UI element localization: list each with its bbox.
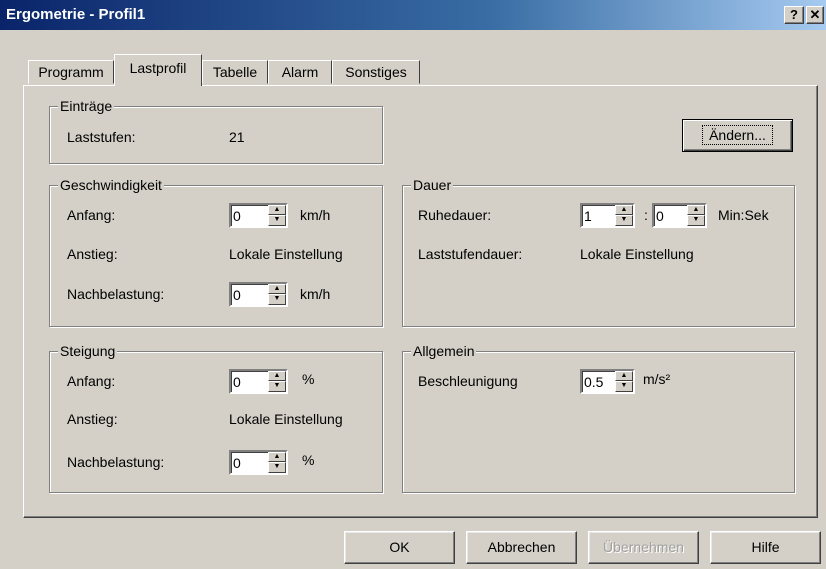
spin-up-icon[interactable]: ▲ xyxy=(268,205,286,215)
close-button[interactable]: ✕ xyxy=(806,6,824,24)
eintraege-group-title: Einträge xyxy=(58,97,115,115)
spin-up-icon[interactable]: ▲ xyxy=(268,284,286,294)
steigung-anstieg-label: Anstieg: xyxy=(67,411,118,427)
title-bar: Ergometrie - Profil1 ? ✕ xyxy=(0,0,826,30)
laststufendauer-label: Laststufendauer: xyxy=(418,246,523,262)
allgemein-group-title: Allgemein xyxy=(411,342,477,360)
geschwindigkeit-anfang-label: Anfang: xyxy=(67,207,116,223)
help-button[interactable]: ? xyxy=(784,6,804,24)
geschwindigkeit-anfang-input[interactable] xyxy=(233,207,263,225)
tab-programm[interactable]: Programm xyxy=(28,60,114,84)
uebernehmen-button[interactable]: Übernehmen xyxy=(588,531,699,564)
spin-down-icon[interactable]: ▼ xyxy=(268,381,286,392)
spin-down-icon[interactable]: ▼ xyxy=(268,462,286,473)
laststufen-label: Laststufen: xyxy=(67,129,136,145)
geschwindigkeit-nachbelastung-input[interactable] xyxy=(233,286,263,304)
geschwindigkeit-anfang-stepper[interactable]: ▲▼ xyxy=(229,203,288,228)
ok-button[interactable]: OK xyxy=(344,531,455,564)
geschwindigkeit-nachbelastung-label: Nachbelastung: xyxy=(67,286,165,302)
steigung-nachbelastung-stepper[interactable]: ▲▼ xyxy=(229,450,288,475)
geschwindigkeit-anfang-unit: km/h xyxy=(300,207,331,223)
beschleunigung-input[interactable] xyxy=(584,373,614,391)
spin-down-icon[interactable]: ▼ xyxy=(268,294,286,305)
spin-down-icon[interactable]: ▼ xyxy=(268,215,286,226)
laststufendauer-value: Lokale Einstellung xyxy=(580,246,694,262)
spin-up-icon[interactable]: ▲ xyxy=(268,371,286,381)
geschwindigkeit-anstieg-label: Anstieg: xyxy=(67,246,118,262)
tab-lastprofil[interactable]: Lastprofil xyxy=(114,54,202,86)
tab-tabelle[interactable]: Tabelle xyxy=(202,60,268,84)
geschwindigkeit-anstieg-value: Lokale Einstellung xyxy=(229,246,343,262)
geschwindigkeit-nachbelastung-unit: km/h xyxy=(300,286,331,302)
aendern-button-label: Ändern... xyxy=(702,125,773,145)
steigung-anfang-input[interactable] xyxy=(233,373,263,391)
ruhedauer-unit: Min:Sek xyxy=(718,207,769,223)
ruhedauer-min-stepper[interactable]: ▲▼ xyxy=(580,203,635,228)
hilfe-button[interactable]: Hilfe xyxy=(710,531,821,564)
window-title: Ergometrie - Profil1 xyxy=(6,6,146,23)
dauer-group-title: Dauer xyxy=(411,176,454,194)
geschwindigkeit-group-title: Geschwindigkeit xyxy=(58,176,164,194)
laststufen-value: 21 xyxy=(229,129,245,145)
beschleunigung-stepper[interactable]: ▲▼ xyxy=(580,369,635,394)
spin-down-icon[interactable]: ▼ xyxy=(615,215,633,226)
steigung-anstieg-value: Lokale Einstellung xyxy=(229,411,343,427)
abbrechen-button[interactable]: Abbrechen xyxy=(466,531,577,564)
spin-up-icon[interactable]: ▲ xyxy=(615,205,633,215)
beschleunigung-label: Beschleunigung xyxy=(418,373,518,389)
spin-up-icon[interactable]: ▲ xyxy=(615,371,633,381)
ruhedauer-min-input[interactable] xyxy=(584,207,614,225)
spin-down-icon[interactable]: ▼ xyxy=(615,381,633,392)
geschwindigkeit-nachbelastung-stepper[interactable]: ▲▼ xyxy=(229,282,288,307)
spin-up-icon[interactable]: ▲ xyxy=(687,205,705,215)
beschleunigung-unit: m/s² xyxy=(643,371,671,387)
steigung-group-title: Steigung xyxy=(58,342,118,360)
steigung-anfang-stepper[interactable]: ▲▼ xyxy=(229,369,288,394)
ruhedauer-sec-stepper[interactable]: ▲▼ xyxy=(652,203,707,228)
aendern-button[interactable]: Ändern... xyxy=(682,119,793,152)
steigung-nachbelastung-unit: % xyxy=(302,452,315,468)
ruhedauer-sec-input[interactable] xyxy=(656,207,686,225)
spin-up-icon[interactable]: ▲ xyxy=(268,452,286,462)
steigung-nachbelastung-label: Nachbelastung: xyxy=(67,454,165,470)
tab-alarm[interactable]: Alarm xyxy=(268,60,332,84)
ruhedauer-label: Ruhedauer: xyxy=(418,207,492,223)
tab-sonstiges[interactable]: Sonstiges xyxy=(332,60,420,84)
steigung-nachbelastung-input[interactable] xyxy=(233,454,263,472)
steigung-anfang-label: Anfang: xyxy=(67,373,116,389)
spin-down-icon[interactable]: ▼ xyxy=(687,215,705,226)
steigung-anfang-unit: % xyxy=(302,371,315,387)
time-separator: : xyxy=(644,207,648,223)
